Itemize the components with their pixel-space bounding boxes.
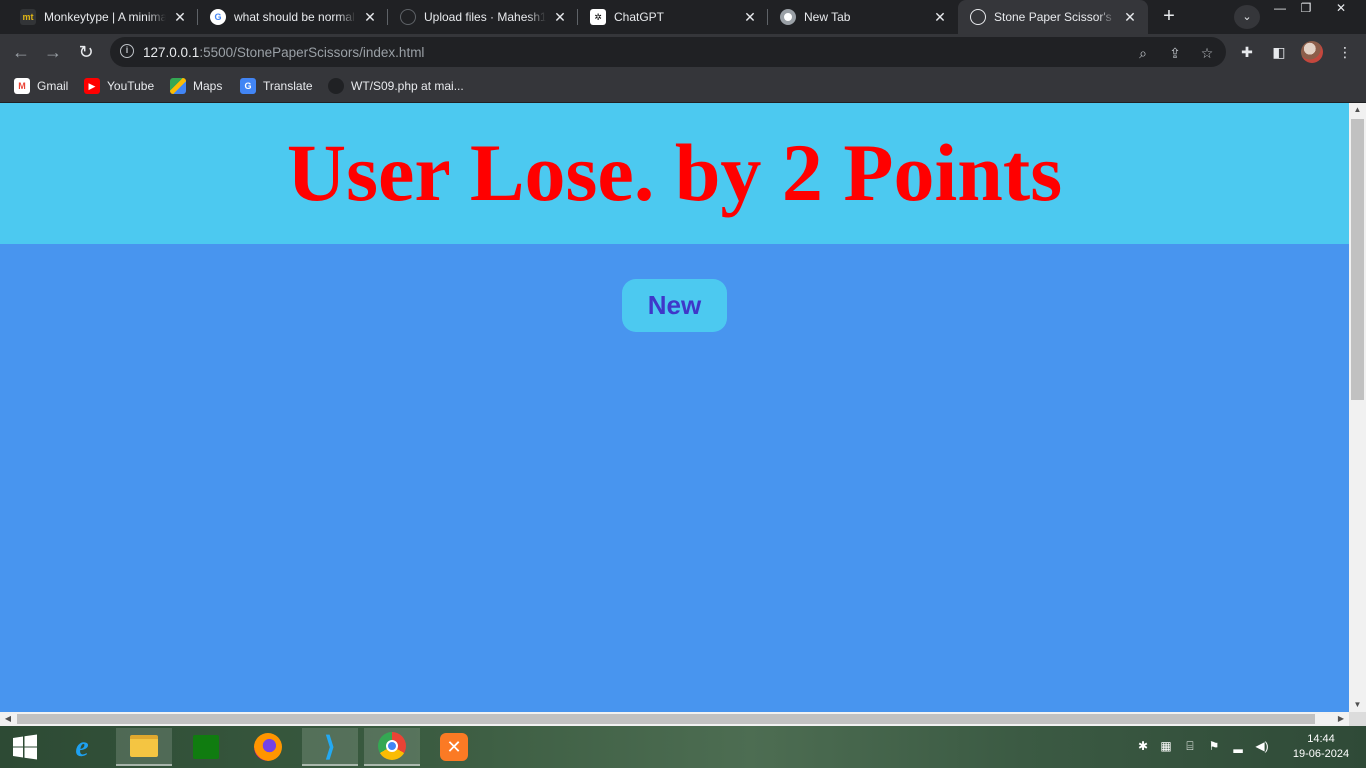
tab-monkeytype[interactable]: mt Monkeytype | A minimalistic ✕ — [8, 0, 198, 34]
bookmark-star-icon[interactable]: ☆ — [1198, 44, 1216, 62]
maps-icon — [170, 78, 186, 94]
internet-explorer-icon[interactable]: e — [54, 728, 110, 766]
notification-flag-icon[interactable]: ⚑ — [1206, 738, 1222, 754]
ethernet-disconnected-icon[interactable]: ⌸ — [1182, 738, 1198, 754]
horizontal-scroll-thumb[interactable] — [17, 714, 1315, 724]
forward-arrow-icon[interactable]: → — [40, 39, 66, 65]
tab-title: New Tab — [804, 10, 851, 24]
windows-start-icon[interactable] — [0, 728, 50, 766]
tab-search-chevron-icon[interactable]: ⌄ — [1234, 5, 1260, 29]
tab-chatgpt[interactable]: ✲ ChatGPT ✕ — [578, 0, 768, 34]
bookmark-maps[interactable]: Maps — [170, 77, 222, 95]
tab-title: Stone Paper Scissor's — [994, 10, 1112, 24]
restore-icon[interactable]: ❐ — [1292, 0, 1320, 18]
chrome-favicon-icon — [780, 9, 796, 25]
bookmark-translate[interactable]: G Translate — [240, 77, 313, 95]
scroll-right-icon[interactable]: ▶ — [1333, 712, 1349, 726]
microsoft-store-icon[interactable] — [178, 728, 234, 766]
close-tab-icon[interactable]: ✕ — [932, 9, 948, 25]
xampp-icon[interactable]: ✕ — [426, 728, 482, 766]
tab-google-search[interactable]: G what should be normal ✕ — [198, 0, 388, 34]
network-app-icon[interactable]: ▦ — [1158, 738, 1174, 754]
github-favicon-icon — [400, 9, 416, 25]
address-bar[interactable]: i 127.0.0.1:5500/StonePaperScissors/inde… — [110, 37, 1226, 67]
chatgpt-favicon-icon: ✲ — [590, 9, 606, 25]
tab-title: Upload files · Mahesh17 — [424, 10, 546, 24]
taskbar-clock[interactable]: 14:44 19-06-2024 — [1287, 732, 1355, 762]
vscode-icon[interactable]: ⟩ — [302, 728, 358, 766]
bookmark-github[interactable]: WT/S09.php at mai... — [328, 77, 464, 95]
clock-date: 19-06-2024 — [1292, 748, 1350, 760]
horizontal-scrollbar[interactable]: ◀ ▶ — [0, 712, 1349, 726]
close-tab-icon[interactable]: ✕ — [1122, 9, 1138, 25]
clock-time: 14:44 — [1307, 733, 1335, 745]
tab-strip: mt Monkeytype | A minimalistic ✕ G what … — [0, 0, 1366, 34]
kebab-menu-icon[interactable]: ⋮ — [1336, 43, 1354, 61]
translate-icon: G — [240, 78, 256, 94]
google-favicon-icon: G — [210, 9, 226, 25]
result-message: User Lose. by 2 Points — [286, 126, 1063, 218]
page-content: User Lose. by 2 Points New — [0, 103, 1349, 712]
wifi-signal-icon[interactable]: ▂ — [1230, 738, 1246, 754]
tab-title: ChatGPT — [614, 10, 665, 24]
side-panel-icon[interactable]: ◧ — [1270, 43, 1288, 61]
new-tab-plus-icon[interactable]: + — [1156, 5, 1182, 29]
bookmark-youtube[interactable]: ▶ YouTube — [84, 77, 154, 95]
scroll-down-icon[interactable]: ▼ — [1349, 698, 1366, 712]
zoom-icon[interactable]: ⌕ — [1134, 44, 1152, 62]
volume-icon[interactable]: ◀) — [1254, 738, 1270, 754]
minimize-icon[interactable]: — — [1266, 0, 1294, 18]
tab-stone-paper-scissors[interactable]: Stone Paper Scissor's ✕ — [958, 0, 1148, 34]
new-game-button[interactable]: New — [622, 279, 727, 332]
back-arrow-icon[interactable]: ← — [8, 39, 34, 65]
tab-github-upload[interactable]: Upload files · Mahesh17 ✕ — [388, 0, 578, 34]
close-tab-icon[interactable]: ✕ — [362, 9, 378, 25]
address-url[interactable]: 127.0.0.1:5500/StonePaperScissors/index.… — [143, 45, 424, 60]
close-tab-icon[interactable]: ✕ — [742, 9, 758, 25]
chrome-taskbar-icon[interactable] — [364, 728, 420, 766]
github-icon — [328, 78, 344, 94]
site-info-icon[interactable]: i — [120, 44, 134, 58]
windows-taskbar: e ⟩ ✕ ✱ ▦ ⌸ ⚑ ▂ ◀) 14:44 19-06-2024 — [0, 726, 1366, 768]
youtube-icon: ▶ — [84, 78, 100, 94]
scroll-up-icon[interactable]: ▲ — [1349, 103, 1366, 117]
tab-new-tab[interactable]: New Tab ✕ — [768, 0, 958, 34]
extensions-puzzle-icon[interactable]: ✚ — [1238, 43, 1256, 61]
profile-avatar[interactable] — [1301, 41, 1323, 63]
result-banner: User Lose. by 2 Points — [0, 103, 1349, 244]
close-tab-icon[interactable]: ✕ — [172, 9, 188, 25]
file-explorer-icon[interactable] — [116, 728, 172, 766]
bluetooth-icon[interactable]: ✱ — [1135, 738, 1151, 754]
bookmarks-bar: M Gmail ▶ YouTube Maps G Translate WT/S0… — [0, 70, 1366, 102]
firefox-icon[interactable] — [240, 728, 296, 766]
close-tab-icon[interactable]: ✕ — [552, 9, 568, 25]
reload-icon[interactable]: ↻ — [73, 39, 99, 65]
tab-title: Monkeytype | A minimalistic — [44, 10, 166, 24]
bookmark-gmail[interactable]: M Gmail — [14, 77, 68, 95]
close-window-icon[interactable]: ✕ — [1326, 0, 1356, 18]
tab-title: what should be normal — [234, 10, 355, 24]
scroll-left-icon[interactable]: ◀ — [0, 712, 16, 726]
gmail-icon: M — [14, 78, 30, 94]
share-icon[interactable]: ⇪ — [1166, 44, 1184, 62]
vertical-scrollbar[interactable]: ▲ ▼ — [1349, 103, 1366, 712]
browser-toolbar: ← → ↻ i 127.0.0.1:5500/StonePaperScissor… — [0, 34, 1366, 70]
monkeytype-favicon-icon: mt — [20, 9, 36, 25]
globe-favicon-icon — [970, 9, 986, 25]
vertical-scroll-thumb[interactable] — [1351, 119, 1364, 400]
